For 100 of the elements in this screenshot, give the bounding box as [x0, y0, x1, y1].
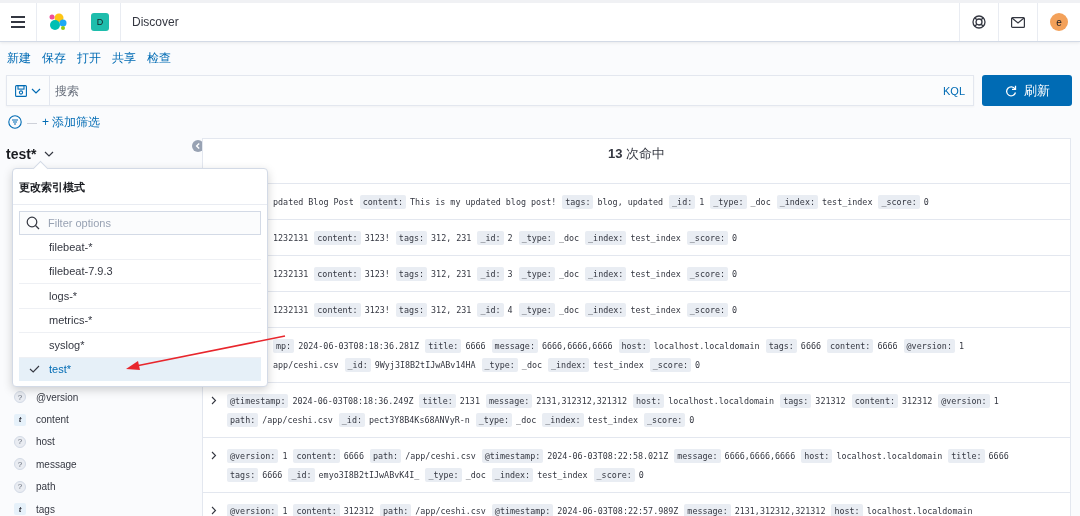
field-key: _id: [477, 303, 504, 317]
field-key: tags: [780, 394, 812, 408]
field-value: localhost.localdomain [866, 506, 973, 516]
field-key: path: [369, 449, 402, 463]
field-value: 312, 231 [431, 305, 472, 315]
field-key: content: [314, 267, 361, 281]
field-key: mp: [273, 339, 295, 353]
field-key: _index: [776, 195, 818, 209]
field-value: test_index [593, 360, 644, 370]
field-key: message: [485, 394, 533, 408]
field-value: 2131 [459, 396, 480, 406]
field-value: /app/ceshi.csv [405, 451, 476, 461]
field-value: pect3Y8B4Ks68ANVyR-n [369, 415, 470, 425]
mail-icon[interactable] [1011, 16, 1025, 28]
field-value: 2024-06-03T08:18:36.281Z [298, 341, 420, 351]
field-name[interactable]: tags [36, 503, 55, 515]
field-value: 3123! [364, 233, 390, 243]
field-value: 2024-06-03T08:22:58.021Z [547, 451, 669, 461]
field-key: _score: [686, 231, 729, 245]
menu-link[interactable]: 共享 [112, 50, 136, 70]
field-value: 0 [638, 470, 644, 480]
menu-link[interactable]: 检查 [147, 50, 171, 70]
field-key: @version: [227, 504, 279, 516]
help-icon[interactable] [972, 15, 986, 29]
language-link[interactable]: KQL [935, 84, 973, 97]
field-value: 1 [993, 396, 999, 406]
menu-link[interactable]: 保存 [42, 50, 66, 70]
field-value: _doc [558, 305, 580, 315]
menu-link[interactable]: 新建 [7, 50, 31, 70]
chevron-right-icon[interactable] [211, 396, 217, 405]
unknown-type-icon: ? [14, 435, 26, 448]
field-value: 321312 [815, 396, 846, 406]
field-value: 6666 [343, 451, 364, 461]
field-key: _id: [338, 413, 365, 427]
field-value: _doc [516, 415, 537, 425]
field-value: 1 [282, 451, 288, 461]
field-value: _doc [558, 269, 580, 279]
field-name[interactable]: message [36, 458, 77, 470]
unknown-type-icon: ? [14, 391, 26, 404]
space-avatar[interactable]: D [91, 13, 109, 31]
field-value: 312, 231 [431, 233, 472, 243]
field-key: content: [827, 339, 874, 353]
unknown-type-icon: ? [14, 458, 26, 471]
field-name[interactable]: content [36, 414, 69, 426]
field-key: _id: [669, 195, 696, 209]
field-value: test_index [630, 305, 681, 315]
index-option[interactable]: filebeat-7.9.3 [19, 259, 261, 284]
field-value: 3 [507, 269, 513, 279]
field-value: 6666 [465, 341, 486, 351]
field-value: test_index [630, 269, 681, 279]
add-filter-link[interactable]: + 添加筛选 [42, 113, 101, 131]
field-value: 1232131 [273, 305, 309, 315]
filter-input[interactable]: Filter options [46, 216, 254, 230]
field-value: /app/ceshi.csv [262, 415, 333, 425]
refresh-button[interactable]: 刷新 [982, 75, 1072, 106]
field-name[interactable]: @version [36, 391, 79, 403]
field-value: /app/ceshi.csv [415, 506, 486, 516]
menu-icon[interactable] [10, 15, 26, 29]
field-key: tags: [395, 303, 428, 317]
field-key: _id: [477, 231, 504, 245]
field-key: tags: [227, 468, 259, 482]
chevron-right-icon[interactable] [211, 451, 217, 460]
field-value: test_index [587, 415, 638, 425]
field-key: _index: [585, 303, 627, 317]
index-option[interactable]: metrics-* [19, 308, 261, 333]
menu-link[interactable]: 打开 [77, 50, 101, 70]
field-key: content: [851, 394, 898, 408]
search-input[interactable]: 搜索 [50, 83, 935, 98]
user-avatar[interactable]: e [1050, 13, 1068, 31]
chevron-down-icon [44, 151, 55, 157]
unknown-type-icon: ? [14, 480, 26, 493]
field-value: 6666 [877, 341, 898, 351]
index-option[interactable]: filebeat-* [19, 235, 261, 260]
filter-icon[interactable] [8, 115, 22, 129]
field-value: 2131,312312,321312 [734, 506, 826, 516]
logo-icon[interactable] [48, 12, 68, 32]
field-value: 312312 [343, 506, 375, 516]
field-key: content: [293, 449, 340, 463]
field-key: content: [314, 231, 361, 245]
search-field[interactable]: 搜索 KQL [6, 75, 974, 106]
field-key: _score: [644, 413, 686, 427]
chevron-right-icon[interactable] [211, 506, 217, 515]
field-key: host: [801, 449, 833, 463]
field-value: blog, updated [597, 197, 664, 207]
field-key: @version: [938, 394, 990, 408]
field-name[interactable]: path [36, 481, 56, 493]
field-key: tags: [562, 195, 594, 209]
index-option[interactable]: syslog* [19, 333, 261, 358]
field-key: _id: [288, 468, 315, 482]
string-type-icon: t [14, 503, 26, 516]
field-value: 6666 [800, 341, 822, 351]
filter-field[interactable]: Filter options [19, 211, 261, 235]
index-pattern-selector[interactable]: test* [6, 140, 55, 168]
field-key: _type: [481, 358, 518, 372]
field-key: @version: [903, 339, 955, 353]
field-value: pdated Blog Post [273, 197, 354, 207]
field-key: host: [831, 504, 863, 516]
field-value: 0 [923, 197, 929, 207]
field-name[interactable]: host [36, 436, 55, 448]
index-option[interactable]: logs-* [19, 284, 261, 309]
